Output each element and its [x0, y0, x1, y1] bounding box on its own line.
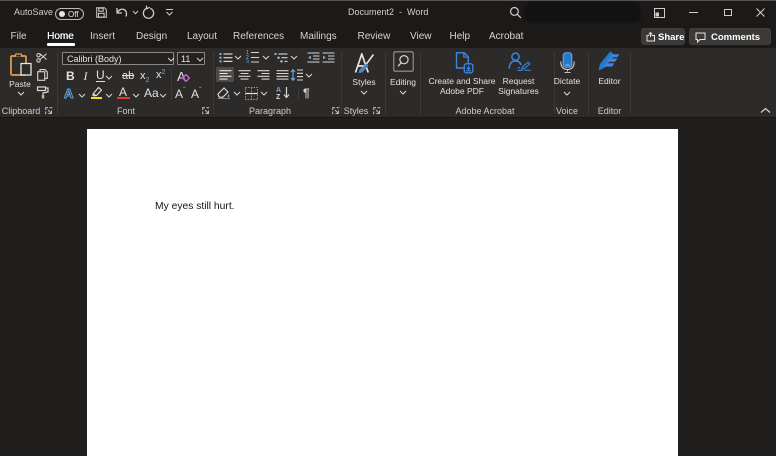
svg-text:A: A [276, 87, 281, 94]
svg-text:Z: Z [276, 94, 281, 99]
svg-text:3: 3 [246, 60, 249, 64]
